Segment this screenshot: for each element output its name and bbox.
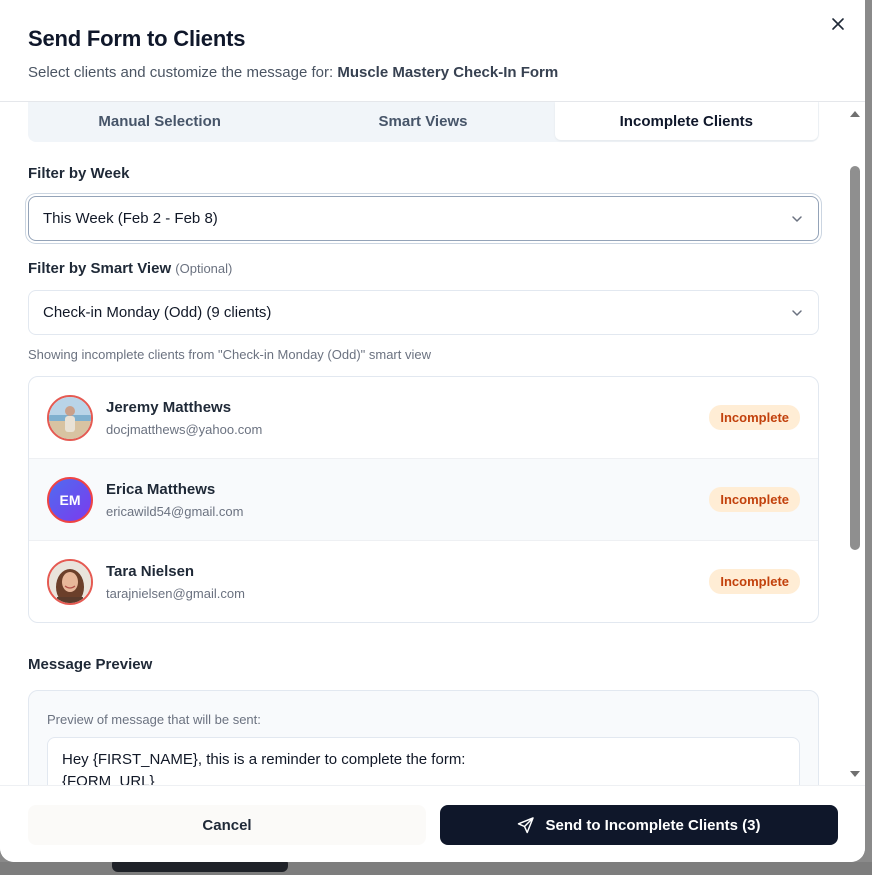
send-to-incomplete-clients-button[interactable]: Send to Incomplete Clients (3) [440, 805, 838, 845]
tab-incomplete-clients[interactable]: Incomplete Clients [554, 102, 818, 140]
client-name: Tara Nielsen [106, 563, 195, 580]
message-preview-text: Hey {FIRST_NAME}, this is a reminder to … [47, 737, 800, 785]
send-form-dialog: Send Form to Clients Select clients and … [0, 0, 865, 862]
avatar [47, 394, 93, 441]
dialog-subtitle: Select clients and customize the message… [28, 64, 558, 81]
close-icon [832, 18, 844, 30]
send-icon [518, 817, 535, 834]
avatar-photo [49, 561, 91, 603]
dialog-body: Manual Selection Smart Views Incomplete … [0, 102, 848, 785]
incomplete-client-list: Jeremy Matthews docjmatthews@yahoo.com I… [28, 376, 819, 623]
scroll-up-arrow-icon[interactable] [849, 108, 861, 120]
subtitle-prefix: Select clients and customize the message… [28, 64, 338, 81]
chevron-down-icon [792, 309, 802, 316]
week-filter-select[interactable]: This Week (Feb 2 - Feb 8) [28, 196, 819, 241]
week-filter-value: This Week (Feb 2 - Feb 8) [43, 210, 218, 227]
cancel-button[interactable]: Cancel [28, 805, 426, 845]
smart-view-filter-select[interactable]: Check-in Monday (Odd) (9 clients) [28, 290, 819, 335]
smart-view-helper-text: Showing incomplete clients from "Check-i… [28, 347, 431, 362]
tab-smart-views[interactable]: Smart Views [291, 102, 554, 141]
chevron-down-icon [792, 215, 802, 222]
send-button-label: Send to Incomplete Clients (3) [545, 816, 761, 834]
client-info: Tara Nielsen tarajnielsen@gmail.com [106, 563, 245, 601]
status-badge: Incomplete [709, 405, 800, 430]
status-badge: Incomplete [709, 487, 800, 512]
selection-tabs: Manual Selection Smart Views Incomplete … [28, 102, 819, 142]
form-name: Muscle Mastery Check-In Form [337, 64, 559, 81]
avatar: EM [47, 476, 93, 523]
client-info: Jeremy Matthews docjmatthews@yahoo.com [106, 399, 262, 437]
dialog-title: Send Form to Clients [28, 26, 246, 51]
client-info: Erica Matthews ericawild54@gmail.com [106, 481, 243, 519]
client-row[interactable]: Tara Nielsen tarajnielsen@gmail.com Inco… [29, 541, 818, 622]
smart-view-filter-value: Check-in Monday (Odd) (9 clients) [43, 304, 272, 321]
client-email: ericawild54@gmail.com [106, 503, 244, 519]
client-email: tarajnielsen@gmail.com [106, 586, 245, 601]
client-name: Jeremy Matthews [106, 398, 232, 416]
client-email: docjmatthews@yahoo.com [106, 421, 263, 437]
smart-view-label-text: Filter by Smart View [28, 260, 172, 277]
message-line: Hey {FIRST_NAME}, this is a reminder to … [62, 751, 466, 768]
close-button[interactable] [826, 12, 850, 36]
status-badge: Incomplete [709, 569, 800, 594]
avatar [47, 559, 93, 605]
optional-hint: (Optional) [175, 261, 233, 276]
message-preview-panel: Preview of message that will be sent: He… [28, 690, 819, 785]
message-preview-label: Message Preview [28, 656, 153, 673]
dialog-header: Send Form to Clients Select clients and … [0, 0, 865, 102]
client-row[interactable]: Jeremy Matthews docjmatthews@yahoo.com I… [29, 377, 818, 459]
week-filter-label: Filter by Week [28, 165, 130, 182]
scroll-down-arrow-icon[interactable] [849, 768, 861, 780]
message-line: {FORM_URL} [62, 773, 155, 785]
dialog-footer: Cancel Send to Incomplete Clients (3) [0, 785, 865, 862]
client-row[interactable]: EM Erica Matthews ericawild54@gmail.com … [29, 459, 818, 541]
tab-manual-selection[interactable]: Manual Selection [28, 102, 291, 141]
avatar-photo [49, 396, 91, 439]
scrollbar[interactable] [848, 102, 862, 785]
client-name: Erica Matthews [106, 480, 216, 498]
smart-view-filter-label: Filter by Smart View (Optional) [28, 260, 232, 277]
message-preview-caption: Preview of message that will be sent: [47, 712, 261, 727]
scroll-thumb[interactable] [850, 166, 860, 550]
